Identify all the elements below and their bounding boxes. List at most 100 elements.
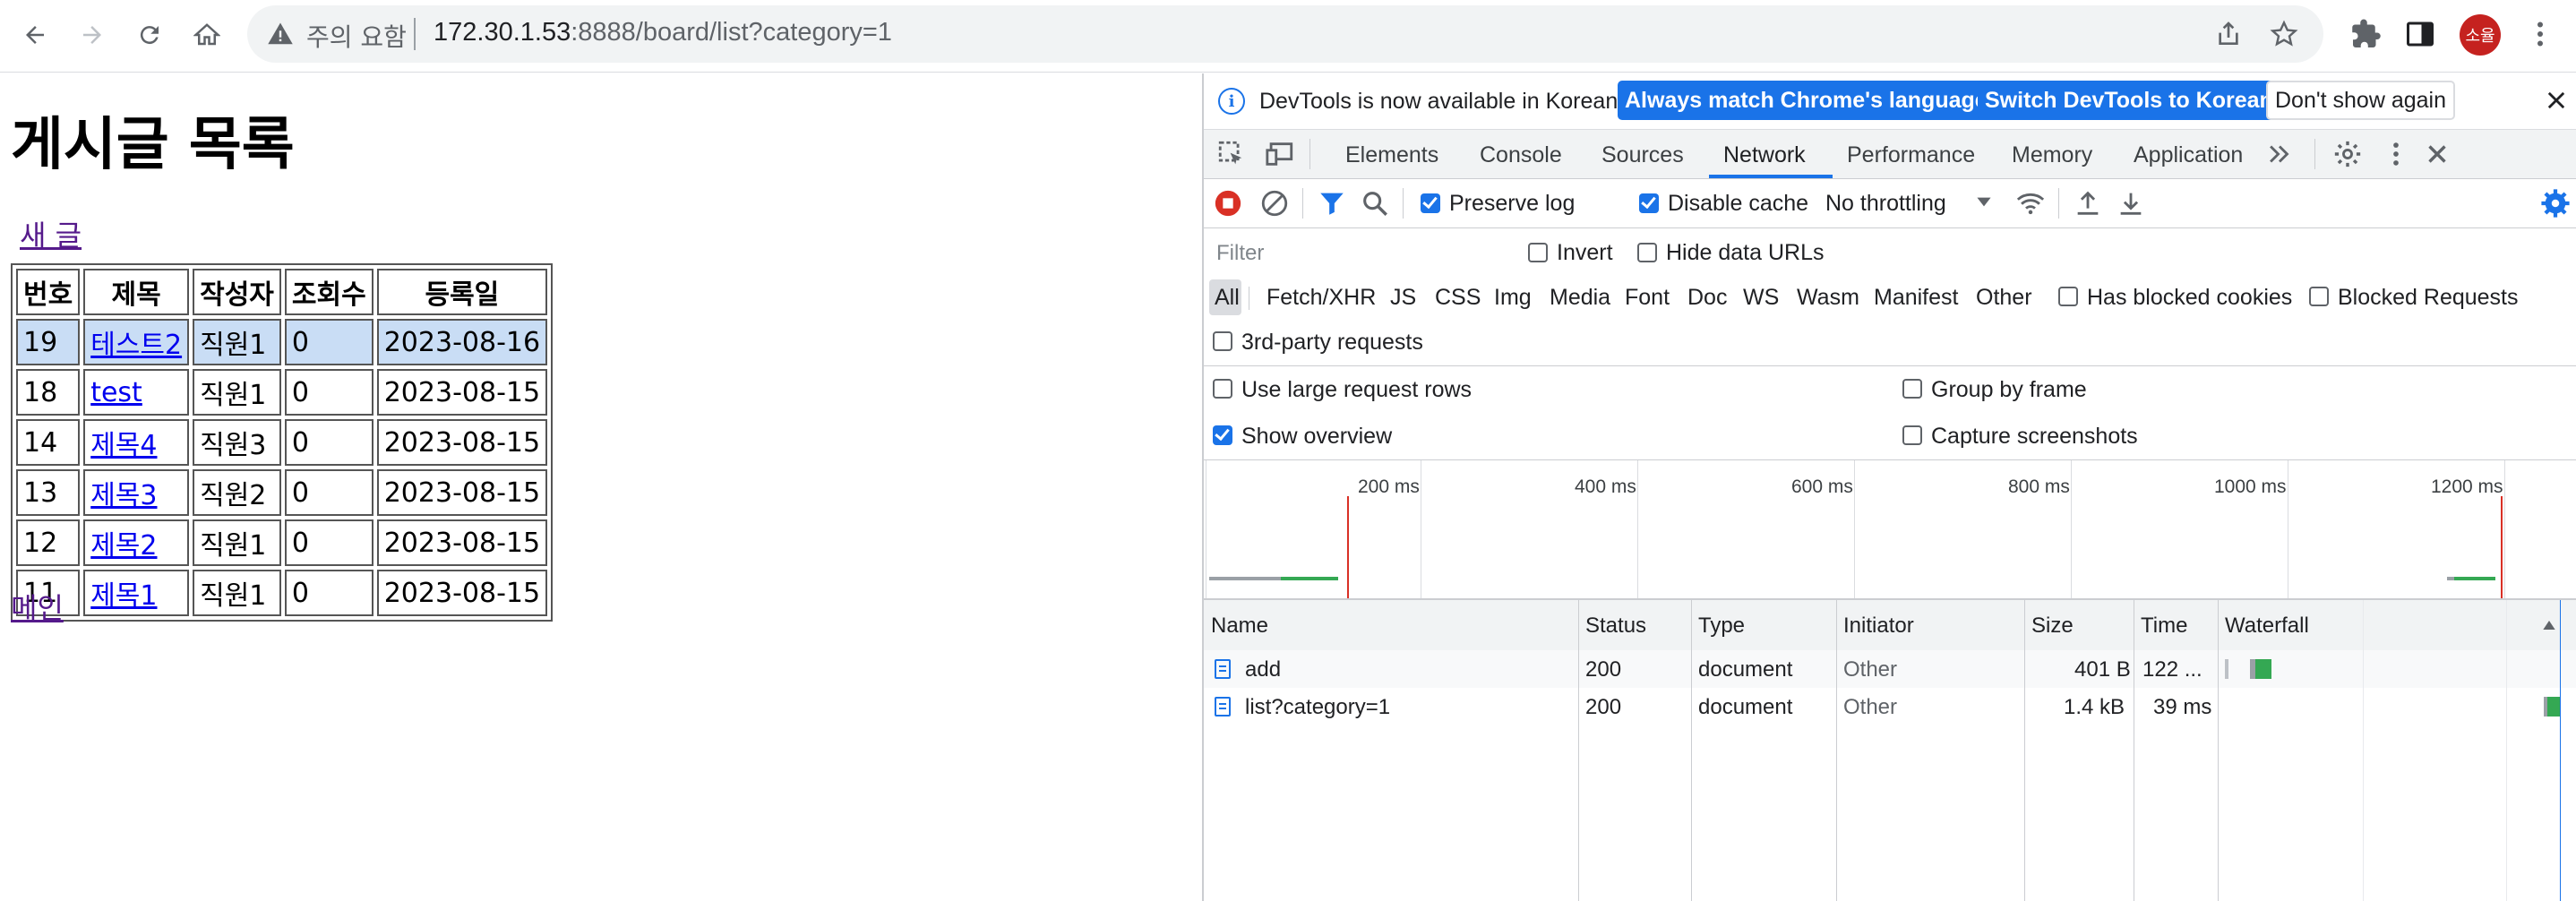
third-party-checkbox[interactable] xyxy=(1213,331,1232,351)
import-har-upload-icon[interactable] xyxy=(2073,188,2103,219)
type-filter-img[interactable]: Img xyxy=(1494,285,1532,311)
type-filter-doc[interactable]: Doc xyxy=(1687,285,1727,311)
bookmark-star-icon[interactable] xyxy=(2270,20,2298,48)
close-devtools-icon[interactable] xyxy=(2422,139,2452,169)
tab-performance[interactable]: Performance xyxy=(1847,142,1975,168)
address-bar[interactable]: 주의 요함 172.30.1.53:8888/board/list?catego… xyxy=(247,5,2323,63)
type-filter-ws[interactable]: WS xyxy=(1743,285,1779,311)
blocked-requests-checkbox[interactable] xyxy=(2309,287,2329,306)
record-stop-icon[interactable] xyxy=(1213,188,1243,219)
post-title-link[interactable]: 테스트2 xyxy=(90,330,182,361)
request-status: 200 xyxy=(1585,695,1622,719)
active-tab-indicator xyxy=(1709,175,1833,178)
network-settings-gear-icon[interactable] xyxy=(2540,188,2571,219)
reload-button[interactable] xyxy=(131,16,168,54)
column-divider[interactable] xyxy=(2024,600,2025,901)
url-text[interactable]: 172.30.1.53:8888/board/list?category=1 xyxy=(434,18,892,47)
disable-cache-label: Disable cache xyxy=(1668,191,1809,216)
post-title-link[interactable]: 제목4 xyxy=(90,430,157,461)
dont-show-again-button[interactable]: Don't show again xyxy=(2266,81,2456,120)
type-filter-all[interactable]: All xyxy=(1215,285,1240,311)
disable-cache-checkbox[interactable] xyxy=(1639,193,1659,213)
clear-log-icon[interactable] xyxy=(1259,188,1290,219)
type-filter-manifest[interactable]: Manifest xyxy=(1874,285,1958,311)
capture-screenshots-checkbox[interactable] xyxy=(1902,425,1922,445)
tab-console[interactable]: Console xyxy=(1480,142,1562,168)
tab-memory[interactable]: Memory xyxy=(2012,142,2092,168)
network-conditions-wifi-icon[interactable] xyxy=(2015,188,2046,219)
filter-funnel-icon[interactable] xyxy=(1317,188,1347,219)
type-filter-other[interactable]: Other xyxy=(1976,285,2032,311)
column-initiator[interactable]: Initiator xyxy=(1843,614,1914,639)
sort-ascending-icon[interactable] xyxy=(2540,616,2558,634)
group-by-frame-checkbox[interactable] xyxy=(1902,379,1922,399)
throttling-dropdown-caret-icon[interactable] xyxy=(1972,190,1996,213)
always-match-language-button[interactable]: Always match Chrome's language xyxy=(1618,81,1995,120)
switch-to-korean-button[interactable]: Switch DevTools to Korean xyxy=(1978,81,2280,120)
invert-checkbox[interactable] xyxy=(1528,243,1548,262)
post-title-link[interactable]: 제목1 xyxy=(90,580,157,612)
column-divider[interactable] xyxy=(1578,600,1579,901)
type-filter-wasm[interactable]: Wasm xyxy=(1797,285,1859,311)
request-row[interactable]: list?category=1 200 document Other 1.4 k… xyxy=(1204,688,2576,725)
has-blocked-cookies-checkbox[interactable] xyxy=(2058,287,2078,306)
request-row[interactable]: add 200 document Other 401 B 122 ... xyxy=(1204,650,2576,688)
show-overview-checkbox[interactable] xyxy=(1213,425,1232,445)
filter-row: Filter Invert Hide data URLs xyxy=(1204,228,2576,277)
type-filter-media[interactable]: Media xyxy=(1550,285,1610,311)
type-filter-js[interactable]: JS xyxy=(1390,285,1416,311)
search-icon[interactable] xyxy=(1360,188,1390,219)
profile-avatar[interactable]: 소율 xyxy=(2460,14,2501,56)
tab-sources[interactable]: Sources xyxy=(1601,142,1684,168)
device-toolbar-icon[interactable] xyxy=(1265,139,1295,169)
overview-tick-label: 1000 ms xyxy=(2214,476,2287,497)
cell-author: 직원1 xyxy=(193,519,281,566)
more-tabs-chevron-icon[interactable] xyxy=(2264,139,2295,169)
cell-date: 2023-08-15 xyxy=(376,469,548,516)
back-button[interactable] xyxy=(16,16,54,54)
devtools-kebab-menu-icon[interactable] xyxy=(2381,139,2411,169)
share-icon[interactable] xyxy=(2214,20,2243,48)
column-time[interactable]: Time xyxy=(2141,614,2187,639)
main-link[interactable]: 메인 xyxy=(11,586,64,627)
extensions-puzzle-icon[interactable] xyxy=(2350,18,2383,50)
tab-network[interactable]: Network xyxy=(1723,142,1806,168)
column-size[interactable]: Size xyxy=(2031,614,2074,639)
tab-application[interactable]: Application xyxy=(2134,142,2243,168)
request-size: 1.4 kB xyxy=(2064,695,2125,719)
export-har-download-icon[interactable] xyxy=(2116,188,2146,219)
post-title-link[interactable]: test xyxy=(90,377,142,408)
hide-data-urls-checkbox[interactable] xyxy=(1637,243,1657,262)
column-waterfall[interactable]: Waterfall xyxy=(2225,614,2309,639)
security-warning-label[interactable]: 주의 요함 xyxy=(306,18,407,54)
column-divider[interactable] xyxy=(2218,600,2219,901)
home-button[interactable] xyxy=(188,16,226,54)
column-type[interactable]: Type xyxy=(1698,614,1745,639)
post-title-link[interactable]: 제목3 xyxy=(90,480,157,511)
network-overview-timeline[interactable]: 200 ms 400 ms 600 ms 800 ms 1000 ms 1200… xyxy=(1204,460,2576,600)
forward-button[interactable] xyxy=(73,16,111,54)
large-rows-checkbox[interactable] xyxy=(1213,379,1232,399)
overview-request-bar xyxy=(1281,577,1338,580)
filter-input[interactable]: Filter xyxy=(1209,236,1510,271)
third-party-label: 3rd-party requests xyxy=(1241,330,1423,355)
browser-menu-kebab-icon[interactable] xyxy=(2524,18,2556,50)
third-party-row: 3rd-party requests xyxy=(1204,321,2576,366)
inspect-element-icon[interactable] xyxy=(1216,139,1247,169)
column-name[interactable]: Name xyxy=(1211,614,1268,639)
settings-gear-icon[interactable] xyxy=(2332,139,2363,169)
tab-elements[interactable]: Elements xyxy=(1345,142,1438,168)
preserve-log-checkbox[interactable] xyxy=(1421,193,1440,213)
type-filter-fetch-xhr[interactable]: Fetch/XHR xyxy=(1267,285,1376,311)
type-filter-font[interactable]: Font xyxy=(1625,285,1670,311)
overview-request-bar xyxy=(1209,577,1281,580)
side-panel-icon[interactable] xyxy=(2404,18,2436,50)
column-divider[interactable] xyxy=(1836,600,1837,901)
new-post-link[interactable]: 새 글 xyxy=(20,213,82,254)
column-divider[interactable] xyxy=(1691,600,1692,901)
type-filter-css[interactable]: CSS xyxy=(1435,285,1481,311)
post-title-link[interactable]: 제목2 xyxy=(90,530,157,562)
throttling-select[interactable]: No throttling xyxy=(1825,191,1946,217)
close-infobar-icon[interactable] xyxy=(2544,88,2569,113)
column-status[interactable]: Status xyxy=(1585,614,1646,639)
